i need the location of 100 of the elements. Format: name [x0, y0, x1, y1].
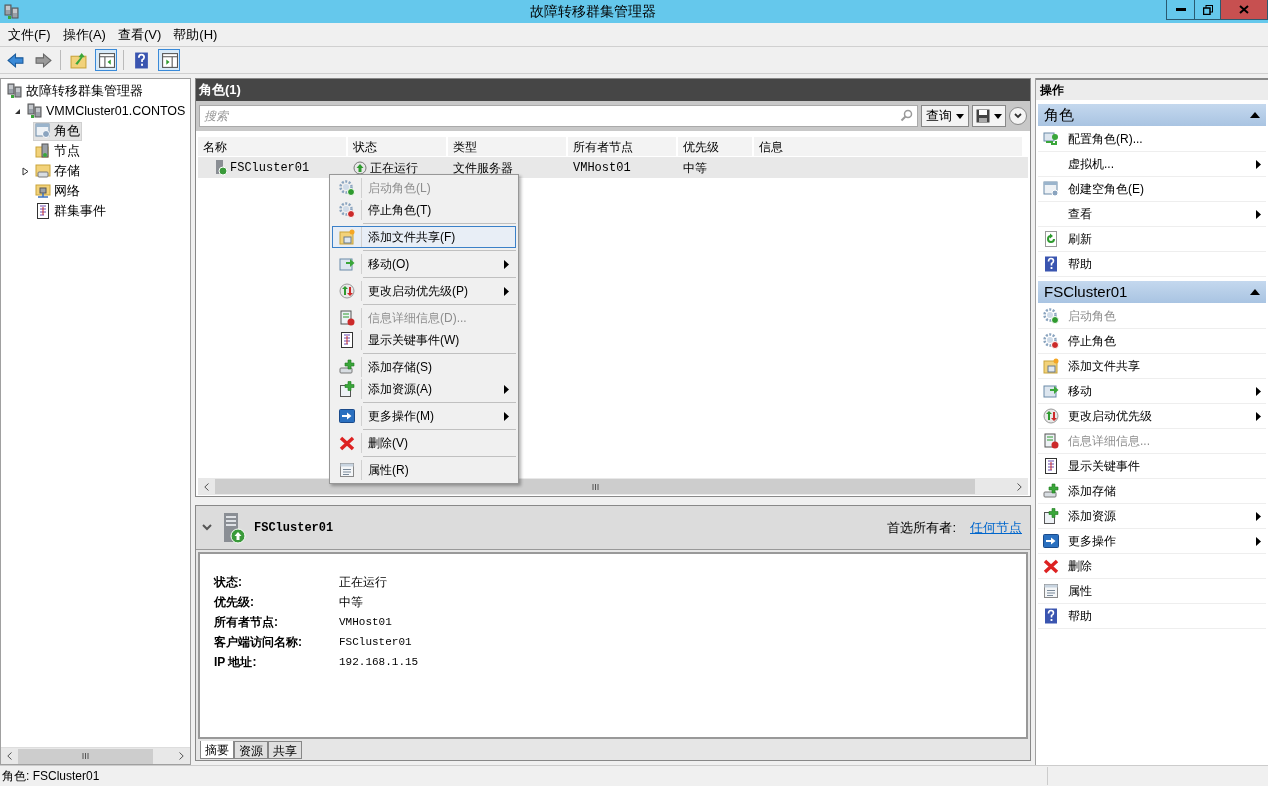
action-item[interactable]: 查看	[1038, 202, 1266, 227]
status-text: 角色: FSCluster01	[0, 767, 1048, 785]
preferred-owners-label: 首选所有者:	[887, 518, 956, 537]
tree-item[interactable]: 存储	[33, 161, 82, 181]
tab[interactable]: 资源	[234, 741, 268, 759]
console-tree-icon	[97, 51, 115, 69]
action-item[interactable]: 虚拟机...	[1038, 152, 1266, 177]
field-value: 正在运行	[339, 574, 387, 591]
priority-icon	[1043, 408, 1059, 424]
scroll-thumb[interactable]	[215, 479, 975, 494]
action-item[interactable]: 添加资源	[1038, 504, 1266, 529]
tree-item[interactable]: 故障转移群集管理器	[5, 81, 145, 101]
tree-item[interactable]: VMMCluster01.CONTOS	[25, 101, 188, 121]
column-header[interactable]: 所有者节点	[568, 137, 678, 156]
action-item[interactable]: 删除	[1038, 554, 1266, 579]
delete-icon	[1043, 558, 1059, 574]
forward-arrow-icon	[34, 51, 52, 69]
query-button[interactable]: 查询	[921, 105, 969, 127]
column-header[interactable]: 优先级	[678, 137, 754, 156]
field-label: 客户端访问名称:	[214, 634, 303, 651]
action-item[interactable]: 创建空角色(E)	[1038, 177, 1266, 202]
context-menu-item[interactable]: 添加文件共享(F)	[332, 226, 516, 248]
expand-button[interactable]	[1009, 107, 1027, 125]
table-row[interactable]: FSCluster01 正在运行 文件服务器 VMHost01 中等	[198, 157, 1028, 178]
tab[interactable]: 摘要	[200, 741, 234, 759]
save-query-button[interactable]	[972, 105, 1006, 127]
report-icon	[339, 310, 355, 326]
close-button[interactable]	[1221, 0, 1267, 19]
menu-item[interactable]: 操作(A)	[62, 24, 106, 45]
column-header[interactable]: 状态	[348, 137, 448, 156]
gear-icon	[1043, 308, 1059, 324]
action-item[interactable]: 配置角色(R)...	[1038, 127, 1266, 152]
collapse-icon[interactable]	[202, 523, 212, 532]
collapse-icon[interactable]	[1250, 112, 1260, 118]
field-value: FSCluster01	[339, 634, 412, 650]
add-storage-icon	[339, 359, 355, 375]
action-item[interactable]: 属性	[1038, 579, 1266, 604]
action-item[interactable]: 停止角色	[1038, 329, 1266, 354]
folder-icon	[1043, 358, 1059, 374]
preferred-owners-link[interactable]: 任何节点	[970, 517, 1022, 538]
scroll-right-icon	[179, 752, 184, 760]
horizontal-scrollbar[interactable]	[1, 747, 190, 764]
context-menu-item[interactable]: 更改启动优先级(P)	[332, 280, 516, 302]
tree-item[interactable]: 节点	[33, 141, 82, 161]
menu-item[interactable]: 帮助(H)	[173, 24, 218, 45]
menu-item[interactable]: 查看(V)	[117, 24, 162, 45]
column-header[interactable]: 类型	[448, 137, 568, 156]
gear-icon	[1043, 333, 1059, 349]
field-value: VMHost01	[339, 614, 392, 630]
field-label: 所有者节点:	[214, 614, 279, 631]
horizontal-scrollbar[interactable]	[198, 478, 1028, 495]
action-item[interactable]: 更多操作	[1038, 529, 1266, 554]
search-icon	[900, 109, 913, 122]
context-menu-item[interactable]: 添加存储(S)	[332, 356, 516, 378]
context-menu-item[interactable]: 删除(V)	[332, 432, 516, 454]
expand-arrow-icon[interactable]	[21, 166, 30, 176]
tab[interactable]: 共享	[268, 741, 302, 759]
action-item[interactable]: 显示关键事件	[1038, 454, 1266, 479]
tree-item[interactable]: 群集事件	[33, 201, 108, 221]
toolbar-button[interactable]	[95, 49, 117, 71]
context-menu-item[interactable]: 属性(R)	[332, 459, 516, 481]
section-title: FSCluster01	[1044, 281, 1129, 302]
help-icon	[1043, 608, 1059, 624]
save-icon	[976, 109, 990, 123]
action-item[interactable]: 添加存储	[1038, 479, 1266, 504]
close-icon	[1239, 5, 1249, 14]
action-item[interactable]: 帮助	[1038, 252, 1266, 277]
search-field[interactable]: 搜索	[199, 105, 918, 127]
action-item[interactable]: 添加文件共享	[1038, 354, 1266, 379]
scroll-thumb[interactable]	[18, 748, 153, 764]
section-header[interactable]: 角色	[1038, 104, 1266, 126]
section-header[interactable]: FSCluster01	[1038, 281, 1266, 303]
action-item[interactable]: 移动	[1038, 379, 1266, 404]
storage-folder-icon	[35, 163, 51, 179]
action-pane-icon	[160, 51, 178, 69]
roles-icon	[35, 123, 51, 139]
restore-icon	[1202, 4, 1213, 15]
tree-item[interactable]: 角色	[33, 121, 82, 141]
collapse-icon[interactable]	[1250, 289, 1260, 295]
toolbar-button[interactable]	[158, 49, 180, 71]
context-menu-item[interactable]: 显示关键事件(W)	[332, 329, 516, 351]
tree-item[interactable]: 网络	[33, 181, 82, 201]
table-cell-text: 文件服务器	[453, 159, 513, 177]
table-cell-text: 中等	[683, 159, 707, 177]
action-item[interactable]: 更改启动优先级	[1038, 404, 1266, 429]
column-header[interactable]: 名称	[198, 137, 348, 156]
panel-title: 操作	[1040, 82, 1064, 99]
action-item[interactable]: 帮助	[1038, 604, 1266, 629]
scroll-left-icon	[204, 482, 209, 491]
field-label: 优先级:	[214, 594, 255, 611]
dropdown-icon	[956, 113, 964, 119]
column-header[interactable]: 信息	[754, 137, 1024, 156]
server-icon	[215, 159, 227, 176]
folder-icon	[339, 229, 355, 245]
context-menu-item[interactable]: 添加资源(A)	[332, 378, 516, 400]
menu-item[interactable]: 文件(F)	[8, 24, 51, 45]
context-menu-item[interactable]: 停止角色(T)	[332, 199, 516, 221]
context-menu-item[interactable]: 移动(O)	[332, 253, 516, 275]
context-menu-item[interactable]: 更多操作(M)	[332, 405, 516, 427]
action-item[interactable]: 刷新	[1038, 227, 1266, 252]
